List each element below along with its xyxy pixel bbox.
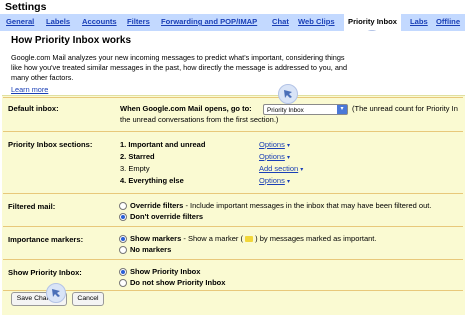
show-priority-inbox-radio[interactable] [119, 268, 127, 276]
importance-markers-label: Importance markers: [8, 235, 84, 244]
tab-filters[interactable]: Filters [127, 17, 150, 26]
tab-labels[interactable]: Labels [46, 17, 70, 26]
tab-web-clips[interactable]: Web Clips [298, 17, 335, 26]
pointer-arrow-icon [52, 289, 60, 297]
filtered-mail-label: Filtered mail: [8, 202, 56, 211]
select-pointer-callout [278, 84, 298, 104]
divider [3, 259, 463, 260]
default-inbox-label: Default inbox: [8, 104, 59, 113]
no-markers-label: No markers [130, 245, 172, 254]
override-filters-desc: - Include important messages in the inbo… [183, 201, 432, 210]
tab-offline[interactable]: Offline [436, 17, 460, 26]
section-3: 3. Empty [120, 164, 150, 173]
default-inbox-select-value: Priority Inbox [267, 107, 304, 114]
show-priority-inbox-option: Show Priority Inbox [130, 267, 201, 276]
pointer-arrow-icon [284, 90, 292, 98]
show-markers-label: Show markers [130, 234, 182, 243]
chevron-down-icon: ▾ [286, 143, 290, 149]
section-1: 1. Important and unread [120, 140, 206, 149]
divider [3, 290, 463, 291]
section-3-add[interactable]: Add section ▾ [259, 164, 303, 173]
learn-more-link[interactable]: Learn more [11, 85, 48, 94]
importance-marker-icon [245, 236, 254, 243]
info-title: How Priority Inbox works [11, 35, 132, 46]
override-filters-radio[interactable] [119, 202, 127, 210]
section-2: 2. Starred [120, 152, 155, 161]
default-inbox-select[interactable]: Priority Inbox ▾ [263, 104, 348, 115]
save-pointer-callout [46, 283, 66, 303]
default-inbox-note-cont: the unread conversations from the first … [120, 115, 279, 124]
default-inbox-prompt: When Google.com Mail opens, go to: [120, 104, 252, 113]
section-4-options[interactable]: Options ▾ [259, 176, 290, 185]
hide-priority-inbox-radio[interactable] [119, 279, 127, 287]
show-markers-radio[interactable] [119, 235, 127, 243]
section-1-options[interactable]: Options ▾ [259, 140, 290, 149]
info-box: How Priority Inbox works Google.com Mail… [2, 31, 465, 96]
tab-accounts[interactable]: Accounts [82, 17, 117, 26]
section-4: 4. Everything else [120, 176, 184, 185]
show-priority-inbox-label: Show Priority Inbox: [8, 268, 82, 277]
hide-priority-inbox-option: Do not show Priority Inbox [130, 278, 226, 287]
divider [3, 193, 463, 194]
cancel-button[interactable]: Cancel [72, 292, 104, 306]
chevron-down-icon: ▾ [337, 105, 347, 114]
divider [3, 131, 463, 132]
add-section-link[interactable]: Add section [259, 164, 298, 173]
chevron-down-icon: ▾ [286, 179, 290, 185]
divider [3, 226, 463, 227]
settings-tab-bar: General Labels Accounts Filters Forwardi… [0, 14, 465, 31]
tab-labs[interactable]: Labs [410, 17, 428, 26]
info-description: Google.com Mail analyzes your new incomi… [11, 53, 348, 82]
chevron-down-icon: ▾ [286, 155, 290, 161]
override-filters-option: Override filters - Include important mes… [130, 201, 431, 210]
sections-label: Priority Inbox sections: [8, 140, 93, 149]
default-inbox-note: (The unread count for Priority In [352, 104, 458, 113]
override-filters-label: Override filters [130, 201, 184, 210]
tab-general[interactable]: General [6, 17, 34, 26]
no-markers-radio[interactable] [119, 246, 127, 254]
show-markers-desc-b: ) by messages marked as important. [255, 234, 377, 243]
show-markers-option: Show markers - Show a marker ( ) by mess… [130, 234, 376, 243]
tab-forwarding[interactable]: Forwarding and POP/IMAP [161, 17, 257, 26]
section-2-options-link[interactable]: Options [259, 152, 285, 161]
section-4-options-link[interactable]: Options [259, 176, 285, 185]
dont-override-filters-label: Don't override filters [130, 212, 204, 221]
show-markers-desc-a: - Show a marker ( [181, 234, 243, 243]
section-2-options[interactable]: Options ▾ [259, 152, 290, 161]
section-1-options-link[interactable]: Options [259, 140, 285, 149]
tab-priority-inbox[interactable]: Priority Inbox [344, 14, 401, 31]
divider [3, 97, 463, 98]
page-title: Settings [5, 1, 47, 13]
tab-chat[interactable]: Chat [272, 17, 289, 26]
chevron-down-icon: ▾ [300, 167, 304, 173]
dont-override-filters-radio[interactable] [119, 213, 127, 221]
